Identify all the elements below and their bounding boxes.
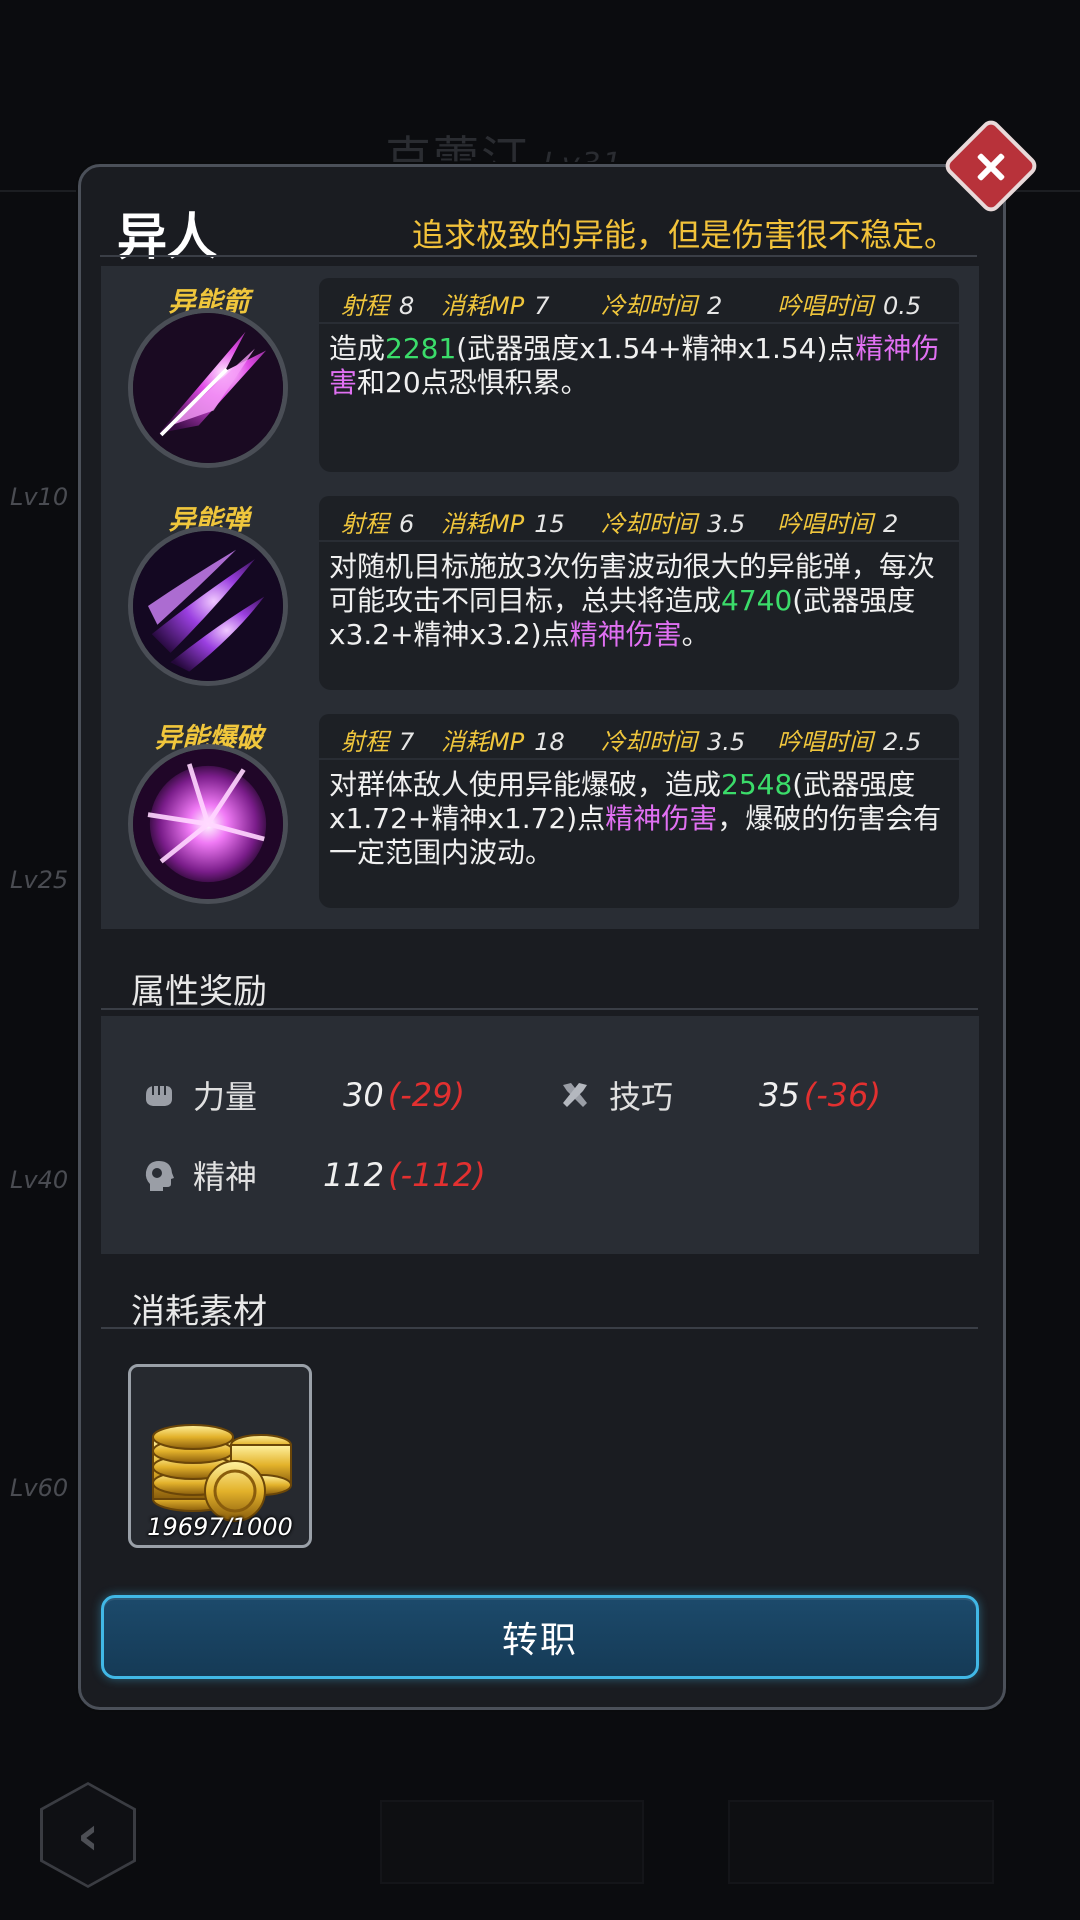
- stat-value: 0.5: [883, 292, 922, 320]
- description-text: 和20点恐惧积累。: [357, 366, 589, 399]
- stat-label: 消耗MP: [441, 292, 525, 320]
- stat-cooldown: 冷却时间 3.5: [601, 722, 745, 757]
- skills-list: 异能箭 射程 8 消耗MP 7 冷却时间 2 吟唱时间 0.5 造成2281(武…: [101, 266, 979, 929]
- stat-mp: 消耗MP 18: [441, 722, 565, 757]
- back-button[interactable]: ‹: [40, 1782, 136, 1888]
- attribute-name: 力量: [193, 1078, 258, 1116]
- stat-cast: 吟唱时间 2.5: [777, 722, 921, 757]
- description-text: 对群体敌人使用异能爆破，造成: [329, 768, 722, 801]
- stat-value: 7: [399, 728, 415, 756]
- fist-icon: [146, 1086, 172, 1106]
- damage-value: 2548: [721, 768, 793, 801]
- skill-description: 造成2281(武器强度x1.54+精神x1.54)点精神伤害和20点恐惧积累。: [319, 324, 959, 472]
- stat-value: 3.5: [707, 728, 746, 756]
- class-description: 追求极致的异能，但是伤害很不稳定。: [411, 216, 956, 254]
- stat-label: 消耗MP: [441, 728, 525, 756]
- stat-value: 2.5: [883, 728, 922, 756]
- stat-value: 18: [534, 728, 565, 756]
- material-slot[interactable]: 19697/1000: [128, 1364, 312, 1548]
- stat-label: 吟唱时间: [777, 292, 873, 320]
- skill-description: 对随机目标施放3次伤害波动很大的异能弹，每次可能攻击不同目标，总共将造成4740…: [319, 542, 959, 690]
- damage-type: 精神伤害: [569, 618, 682, 651]
- stat-mp: 消耗MP 7: [441, 286, 549, 321]
- head-icon: [145, 1161, 174, 1191]
- stat-label: 射程: [341, 728, 389, 756]
- crossed-tools-icon: [563, 1083, 587, 1107]
- attribute-spirit: 精神 112 (-112): [141, 1152, 486, 1198]
- header-divider: [100, 255, 977, 257]
- psychic-blast-icon: [128, 744, 288, 904]
- description-text: 。: [681, 618, 710, 651]
- background-button: [380, 1800, 644, 1884]
- stat-label: 冷却时间: [601, 728, 697, 756]
- damage-value: 2281: [385, 332, 457, 365]
- psychic-bullet-icon: [128, 526, 288, 686]
- skill-item[interactable]: 异能弹 射程 6 消耗MP 15 冷却时间 3.5 吟唱时间 2 对随机目标施放…: [101, 484, 979, 700]
- stat-value: 8: [399, 292, 415, 320]
- attributes-title: 属性奖励: [131, 972, 267, 1012]
- level-marker: Lv60: [10, 1474, 69, 1502]
- attribute-delta: (-112): [388, 1156, 486, 1194]
- attribute-strength: 力量 30 (-29): [141, 1072, 465, 1118]
- attribute-skill: 技巧 35 (-36): [557, 1072, 881, 1118]
- attributes-divider: [101, 1008, 978, 1010]
- stat-label: 吟唱时间: [777, 510, 873, 538]
- stat-label: 冷却时间: [601, 292, 697, 320]
- stat-value: 3.5: [707, 510, 746, 538]
- skill-item[interactable]: 异能爆破 射程 7 消耗MP 18 冷却时间 3.5 吟唱时间 2.5 对群体敌…: [101, 702, 979, 918]
- stat-mp: 消耗MP 15: [441, 504, 565, 539]
- stat-label: 消耗MP: [441, 510, 525, 538]
- stat-range: 射程 6: [341, 504, 414, 539]
- change-class-button[interactable]: 转职: [101, 1595, 979, 1679]
- stat-value: 2: [883, 510, 899, 538]
- stat-cooldown: 冷却时间 3.5: [601, 504, 745, 539]
- stat-cast: 吟唱时间 0.5: [777, 286, 921, 321]
- attribute-delta: (-36): [803, 1076, 881, 1114]
- description-text: (武器强度x1.54+精神x1.54)点: [456, 332, 856, 365]
- attribute-value: 35: [759, 1076, 800, 1114]
- skill-description: 对群体敌人使用异能爆破，造成2548(武器强度x1.72+精神x1.72)点精神…: [319, 760, 959, 908]
- stat-label: 射程: [341, 292, 389, 320]
- close-icon: [974, 149, 1008, 183]
- damage-value: 4740: [721, 584, 793, 617]
- level-marker: Lv25: [10, 866, 69, 894]
- material-count: 19697/1000: [147, 1513, 293, 1541]
- attribute-delta: (-29): [387, 1076, 465, 1114]
- skill-item[interactable]: 异能箭 射程 8 消耗MP 7 冷却时间 2 吟唱时间 0.5 造成2281(武…: [101, 266, 979, 482]
- level-marker: Lv40: [10, 1166, 69, 1194]
- stat-range: 射程 7: [341, 722, 414, 757]
- stat-value: 15: [534, 510, 565, 538]
- materials-divider: [101, 1327, 978, 1329]
- attribute-name: 技巧: [609, 1078, 674, 1116]
- skill-stats: 射程 7 消耗MP 18 冷却时间 3.5 吟唱时间 2.5: [319, 714, 959, 758]
- level-marker: Lv10: [10, 483, 69, 511]
- description-text: 造成: [329, 332, 386, 365]
- attribute-name: 精神: [193, 1158, 258, 1196]
- attribute-value: 30: [343, 1076, 384, 1114]
- psychic-arrow-icon: [128, 308, 288, 468]
- stat-label: 吟唱时间: [777, 728, 873, 756]
- stat-value: 7: [534, 292, 550, 320]
- stat-value: 2: [707, 292, 723, 320]
- stat-cooldown: 冷却时间 2: [601, 286, 722, 321]
- damage-type: 精神伤害: [605, 802, 718, 835]
- skill-stats: 射程 6 消耗MP 15 冷却时间 3.5 吟唱时间 2: [319, 496, 959, 540]
- materials-title: 消耗素材: [131, 1292, 267, 1332]
- stat-value: 6: [399, 510, 415, 538]
- skill-stats: 射程 8 消耗MP 7 冷却时间 2 吟唱时间 0.5: [319, 278, 959, 322]
- stat-cast: 吟唱时间 2: [777, 504, 898, 539]
- stat-label: 射程: [341, 510, 389, 538]
- stat-label: 冷却时间: [601, 510, 697, 538]
- class-name: 异人: [117, 208, 217, 266]
- attribute-value: 112: [323, 1156, 385, 1194]
- chevron-left-icon: ‹: [76, 1803, 100, 1867]
- background-button: [728, 1800, 994, 1884]
- attributes-panel: 力量 30 (-29) 技巧 35 (-36) 精神 112 (-112): [101, 1016, 979, 1254]
- stat-range: 射程 8: [341, 286, 414, 321]
